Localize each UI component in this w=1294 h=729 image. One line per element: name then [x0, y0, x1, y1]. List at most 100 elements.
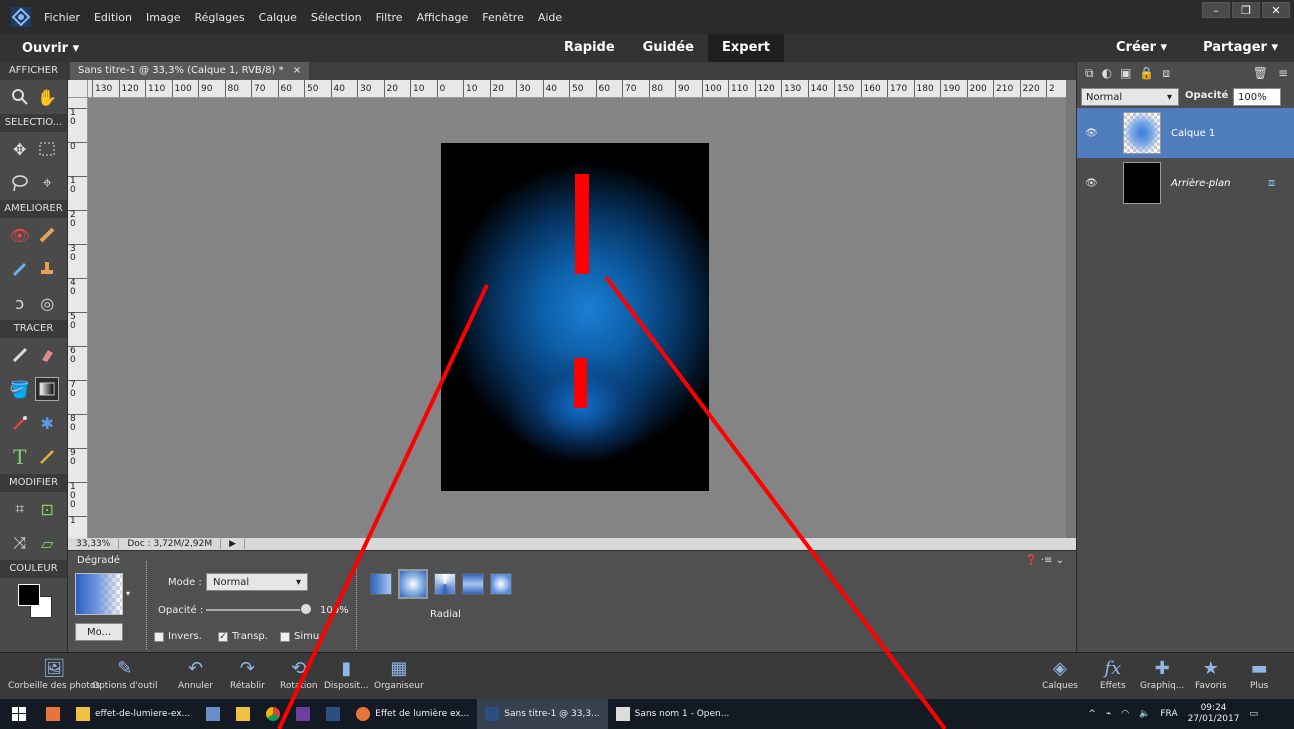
layers-button[interactable]: ◈ Calques	[1042, 657, 1078, 691]
smart-brush-tool-icon[interactable]	[8, 257, 32, 281]
tab-mode-0[interactable]: Rapide	[550, 34, 629, 62]
options-header-icons[interactable]: ❓ ·≡ ⌄	[1025, 555, 1064, 566]
more-button[interactable]: ▬ Plus	[1250, 657, 1268, 691]
media-app-icon[interactable]	[38, 699, 68, 729]
checkbox-box[interactable]	[154, 631, 164, 642]
network-icon[interactable]: ⌁	[1106, 709, 1111, 719]
layer-opacity-input[interactable]: 100%	[1233, 88, 1281, 106]
canvas-workspace[interactable]	[88, 98, 1066, 538]
move-tool-icon[interactable]: ✥	[8, 137, 32, 161]
open-button[interactable]: Ouvrir ▾	[22, 41, 79, 56]
layer-mask-icon[interactable]: ▣	[1120, 66, 1131, 81]
marquee-tool-icon[interactable]	[35, 137, 59, 161]
redo-button[interactable]: ↷ Rétablir	[230, 657, 265, 691]
linear-gradient-button[interactable]	[370, 573, 392, 595]
radial-gradient-button[interactable]	[398, 569, 428, 599]
recompose-tool-icon[interactable]: ⊡	[35, 497, 59, 521]
start-button[interactable]	[0, 699, 38, 729]
link-layers-icon[interactable]: ⧈	[1162, 66, 1170, 81]
clone-stamp-tool-icon[interactable]	[35, 257, 59, 281]
graphics-button[interactable]: ✚ Graphiq...	[1140, 657, 1184, 691]
checkbox-box[interactable]	[280, 631, 290, 642]
diamond-gradient-button[interactable]	[490, 573, 512, 595]
opacity-slider-handle[interactable]	[300, 603, 312, 615]
minimize-button[interactable]: –	[1202, 2, 1230, 18]
new-layer-icon[interactable]: ⧉	[1085, 66, 1094, 81]
app-icon[interactable]	[198, 699, 228, 729]
chrome-icon[interactable]	[258, 699, 288, 729]
type-tool-icon[interactable]: T	[8, 445, 32, 469]
invert-checkbox[interactable]: Invers.	[154, 631, 202, 642]
file-explorer-icon[interactable]	[228, 699, 258, 729]
menu-item-2[interactable]: Image	[146, 11, 180, 24]
menu-item-3[interactable]: Réglages	[194, 11, 244, 24]
zoom-tool-icon[interactable]	[8, 85, 32, 109]
document-canvas[interactable]	[441, 143, 709, 491]
photo-bin-button[interactable]: 🖼 Corbeille des photos	[8, 657, 100, 691]
transparency-checkbox[interactable]: ✓ Transp.	[218, 631, 268, 642]
menu-item-7[interactable]: Affichage	[417, 11, 469, 24]
language-indicator[interactable]: FRA	[1160, 709, 1177, 719]
checkbox-box[interactable]: ✓	[218, 631, 228, 642]
reflected-gradient-button[interactable]	[462, 573, 484, 595]
red-eye-tool-icon[interactable]: 👁	[8, 223, 32, 247]
layer-row-background[interactable]: 👁 Arrière-plan ⧈	[1077, 158, 1294, 208]
gradient-preview[interactable]	[75, 573, 123, 615]
effects-button[interactable]: fx Effets	[1100, 657, 1126, 691]
angle-gradient-button[interactable]	[434, 573, 456, 595]
taskbar-app-folder[interactable]: effet-de-lumiere-ex...	[68, 699, 198, 729]
notifications-icon[interactable]: ▭	[1249, 709, 1258, 719]
gradient-tool-icon[interactable]	[35, 377, 60, 401]
close-button[interactable]: ✕	[1262, 2, 1290, 18]
eye-icon[interactable]: 👁	[1085, 128, 1103, 139]
create-button[interactable]: Créer ▾	[1116, 34, 1167, 62]
brush-tool-icon[interactable]	[8, 343, 32, 367]
menu-item-8[interactable]: Fenêtre	[482, 11, 524, 24]
app-icon[interactable]	[288, 699, 318, 729]
quick-selection-tool-icon[interactable]: ⌖	[35, 171, 59, 195]
taskbar-app-pse[interactable]: Sans titre-1 @ 33,3...	[477, 699, 608, 729]
blur-tool-icon[interactable]: ↄ	[8, 291, 32, 315]
crop-tool-icon[interactable]: ⌗	[8, 497, 32, 521]
eraser-tool-icon[interactable]	[35, 343, 59, 367]
layout-button[interactable]: ▮ Disposit...	[324, 657, 369, 691]
straighten-tool-icon[interactable]: ⏥	[35, 531, 59, 555]
paint-bucket-tool-icon[interactable]: 🪣	[8, 377, 32, 401]
document-tab[interactable]: Sans titre-1 @ 33,3% (Calque 1, RVB/8) *…	[70, 62, 310, 80]
layer-row-calque-1[interactable]: 👁 Calque 1	[1077, 108, 1294, 158]
eyedropper-tool-icon[interactable]	[8, 411, 32, 435]
menu-item-0[interactable]: Fichier	[44, 11, 80, 24]
modify-gradient-button[interactable]: Mo...	[75, 623, 123, 641]
rotate-button[interactable]: ⟲ Rotation	[280, 657, 318, 691]
sponge-tool-icon[interactable]: ◎	[35, 291, 59, 315]
menu-item-6[interactable]: Filtre	[376, 11, 403, 24]
lock-icon[interactable]: 🔒	[1139, 66, 1154, 81]
custom-shape-tool-icon[interactable]: ✱	[35, 411, 59, 435]
tool-options-button[interactable]: ✎ Options d'outil	[92, 657, 158, 691]
menu-item-9[interactable]: Aide	[538, 11, 562, 24]
spot-healing-tool-icon[interactable]	[35, 223, 59, 247]
trash-icon[interactable]: 🗑	[1253, 66, 1268, 80]
undo-button[interactable]: ↶ Annuler	[178, 657, 213, 691]
color-swatches[interactable]	[0, 578, 67, 622]
share-button[interactable]: Partager ▾	[1203, 34, 1278, 62]
menu-item-5[interactable]: Sélection	[311, 11, 362, 24]
vertical-scrollbar[interactable]	[1066, 80, 1076, 538]
status-menu-arrow-icon[interactable]: ▶	[221, 539, 246, 549]
photoshop-elements-icon[interactable]	[318, 699, 348, 729]
pencil-tool-icon[interactable]	[35, 445, 59, 469]
organizer-button[interactable]: ▦ Organiseur	[374, 657, 424, 691]
restore-button[interactable]: ❐	[1232, 2, 1260, 18]
hand-tool-icon[interactable]: ✋	[35, 85, 59, 109]
tab-mode-2[interactable]: Expert	[708, 34, 785, 62]
panel-menu-icon[interactable]: ≡	[1278, 66, 1288, 80]
volume-muted-icon[interactable]: 🔈	[1139, 709, 1150, 719]
menu-item-1[interactable]: Edition	[94, 11, 132, 24]
lasso-tool-icon[interactable]	[8, 171, 32, 195]
mode-select[interactable]: Normal ▾	[206, 573, 308, 591]
dither-checkbox[interactable]: Simu	[280, 631, 319, 642]
menu-item-4[interactable]: Calque	[259, 11, 297, 24]
taskbar-app-firefox[interactable]: Effet de lumière ex...	[348, 699, 477, 729]
eye-icon[interactable]: 👁	[1085, 178, 1103, 189]
chevron-up-icon[interactable]: ^	[1088, 709, 1096, 719]
